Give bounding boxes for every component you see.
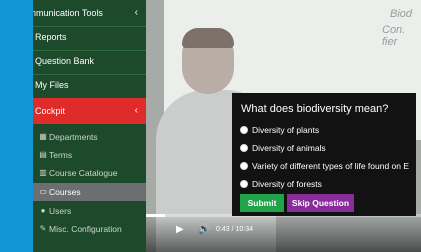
sidebar: nmunication Tools ‹ Reports Question Ban… [33, 0, 146, 252]
sidebar-subitem-label: Departments [49, 132, 98, 142]
sidebar-subitem-misc-configuration[interactable]: ✎ Misc. Configuration [33, 220, 146, 238]
sidebar-item-communication-tools[interactable]: nmunication Tools ‹ [33, 2, 146, 24]
radio-button[interactable] [240, 162, 248, 170]
video-progress-fill [146, 214, 166, 217]
sidebar-subitem-label: Courses [49, 187, 81, 197]
sidebar-item-label: Reports [35, 32, 67, 42]
radio-button[interactable] [240, 144, 248, 152]
sidebar-subitem-users[interactable]: ● Users [33, 202, 146, 220]
radio-button[interactable] [240, 126, 248, 134]
sidebar-item-label: Question Bank [35, 56, 95, 66]
sidebar-subitem-terms[interactable]: ▤ Terms [33, 146, 146, 164]
volume-icon[interactable]: 🔊 [198, 224, 210, 235]
quiz-question: What does biodiversity mean? [241, 103, 389, 115]
video-time: 0:43 / 10:34 [216, 226, 253, 233]
sidebar-item-my-files[interactable]: My Files [33, 74, 146, 96]
quiz-option-label: Variety of different types of life found… [252, 161, 410, 171]
video-controls [146, 214, 421, 252]
sidebar-item-label: Cockpit [35, 106, 66, 116]
sidebar-subitem-label: Users [49, 206, 72, 216]
wrench-icon: ✎ [39, 224, 47, 233]
sidebar-subitem-label: Terms [49, 150, 73, 160]
quiz-option-label: Diversity of forests [252, 179, 322, 189]
folder-icon: ▭ [39, 187, 47, 196]
sidebar-item-label: nmunication Tools [33, 8, 103, 18]
sidebar-subitem-courses[interactable]: ▭ Courses [33, 183, 146, 201]
quiz-overlay: What does biodiversity mean? Diversity o… [232, 93, 416, 216]
sidebar-item-question-bank[interactable]: Question Bank [33, 50, 146, 72]
sidebar-subitem-departments[interactable]: ▦ Departments [33, 128, 146, 146]
submit-button[interactable]: Submit [240, 194, 284, 212]
sidebar-item-reports[interactable]: Reports [33, 26, 146, 48]
book-icon: ▥ [39, 168, 47, 177]
sidebar-subitem-label: Misc. Configuration [49, 224, 122, 234]
quiz-option-label: Diversity of plants [252, 125, 320, 135]
sidebar-item-cockpit[interactable]: Cockpit ‹ [33, 98, 146, 124]
sidebar-subitem-label: Course Catalogue [49, 168, 118, 178]
skip-question-button[interactable]: Skip Question [287, 194, 354, 212]
quiz-option-label: Diversity of animals [252, 143, 326, 153]
play-icon[interactable]: ▶ [176, 224, 184, 235]
chevron-left-icon: ‹ [134, 105, 138, 116]
building-icon: ▦ [39, 132, 47, 141]
sidebar-item-label: My Files [35, 80, 69, 90]
calendar-icon: ▤ [39, 150, 47, 159]
sidebar-subitem-course-catalogue[interactable]: ▥ Course Catalogue [33, 164, 146, 182]
user-icon: ● [40, 206, 46, 215]
radio-button[interactable] [240, 180, 248, 188]
chevron-left-icon: ‹ [134, 7, 138, 18]
